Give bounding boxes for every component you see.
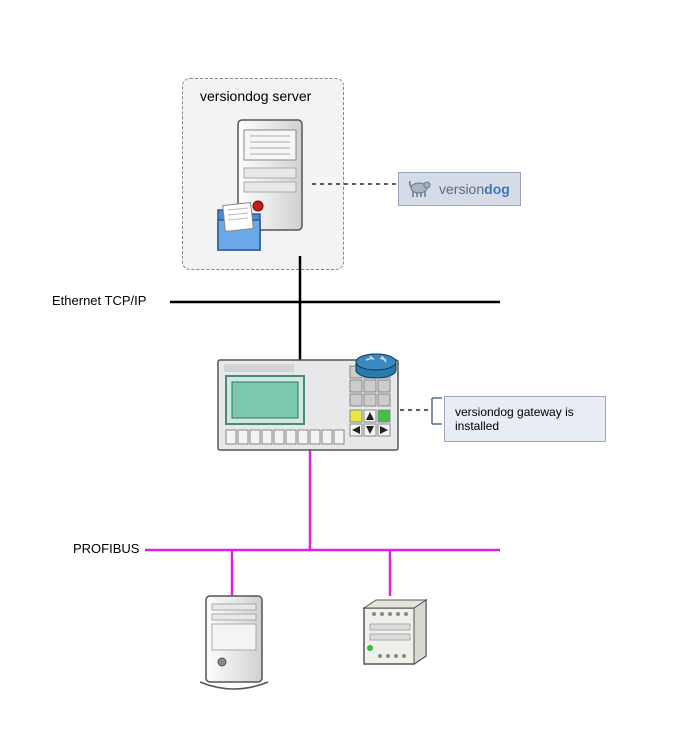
versiondog-logo: versiondog bbox=[398, 172, 521, 206]
plc-module-icon bbox=[364, 600, 426, 664]
hmi-panel-icon bbox=[218, 360, 398, 450]
router-icon bbox=[356, 354, 396, 378]
profibus-label: PROFIBUS bbox=[73, 541, 139, 556]
server-label: versiondog server bbox=[200, 88, 311, 104]
callout-text: versiondog gateway is installed bbox=[455, 405, 574, 433]
logo-text: versiondog bbox=[439, 181, 510, 197]
gateway-callout: versiondog gateway is installed bbox=[444, 396, 606, 442]
tower-device-icon bbox=[200, 596, 268, 689]
callout-bracket bbox=[432, 398, 442, 424]
dog-icon bbox=[409, 179, 433, 199]
ethernet-label: Ethernet TCP/IP bbox=[52, 293, 146, 308]
server-container bbox=[182, 78, 344, 270]
